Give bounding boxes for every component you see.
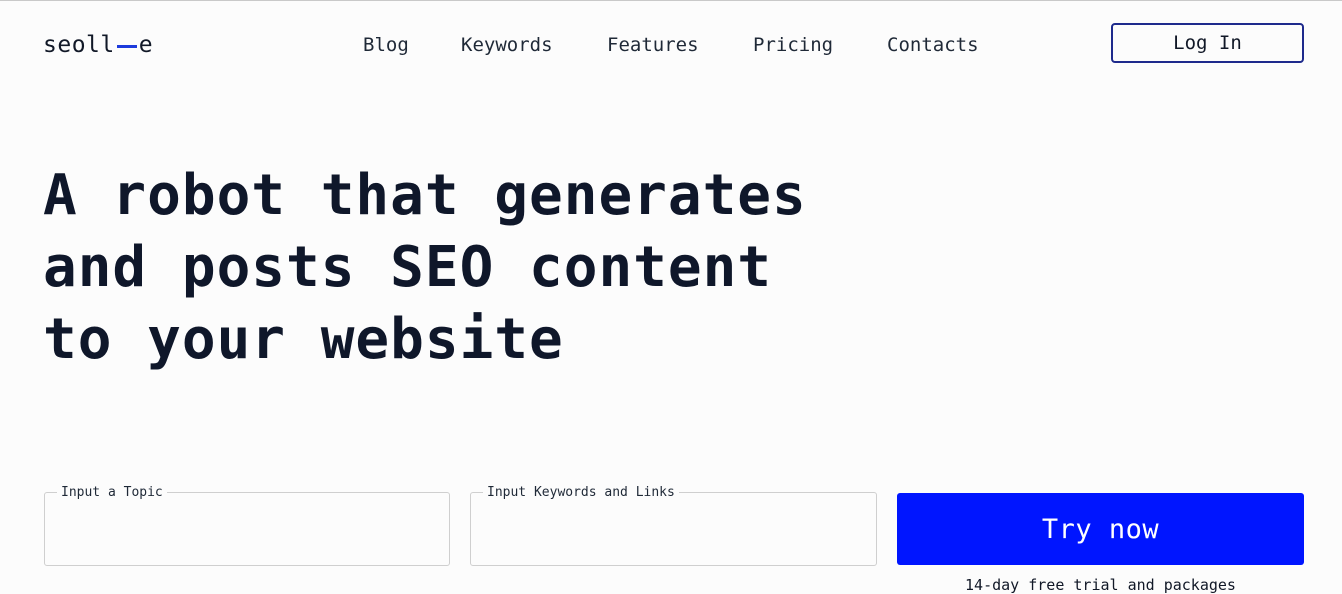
hero-line-1: A robot that generates: [43, 163, 807, 228]
hero-headline: A robot that generates and posts SEO con…: [43, 160, 843, 376]
topic-field: Input a Topic: [44, 485, 450, 566]
nav-link-contacts[interactable]: Contacts: [887, 34, 979, 56]
nav-link-features[interactable]: Features: [607, 34, 699, 56]
hero-line-3: to your website: [43, 307, 564, 372]
trial-note: 14-day free trial and packages: [965, 576, 1236, 594]
try-now-button[interactable]: Try now: [897, 493, 1304, 565]
nav-link-keywords[interactable]: Keywords: [461, 34, 553, 56]
nav-link-pricing[interactable]: Pricing: [753, 34, 833, 56]
nav-link-blog[interactable]: Blog: [363, 34, 409, 56]
site-header: seoll e Blog Keywords Features Pricing C…: [0, 0, 1342, 90]
login-button[interactable]: Log In: [1111, 23, 1304, 63]
landing-page: seoll e Blog Keywords Features Pricing C…: [0, 0, 1342, 594]
keywords-input[interactable]: [471, 493, 876, 565]
logo-text-left: seoll: [43, 32, 115, 58]
hero-line-2: and posts SEO content: [43, 235, 773, 300]
logo-text-right: e: [138, 32, 154, 58]
keywords-field: Input Keywords and Links: [470, 485, 877, 566]
topic-input[interactable]: [45, 493, 449, 565]
logo-dash: [116, 44, 137, 48]
site-logo[interactable]: seoll e: [43, 32, 153, 58]
